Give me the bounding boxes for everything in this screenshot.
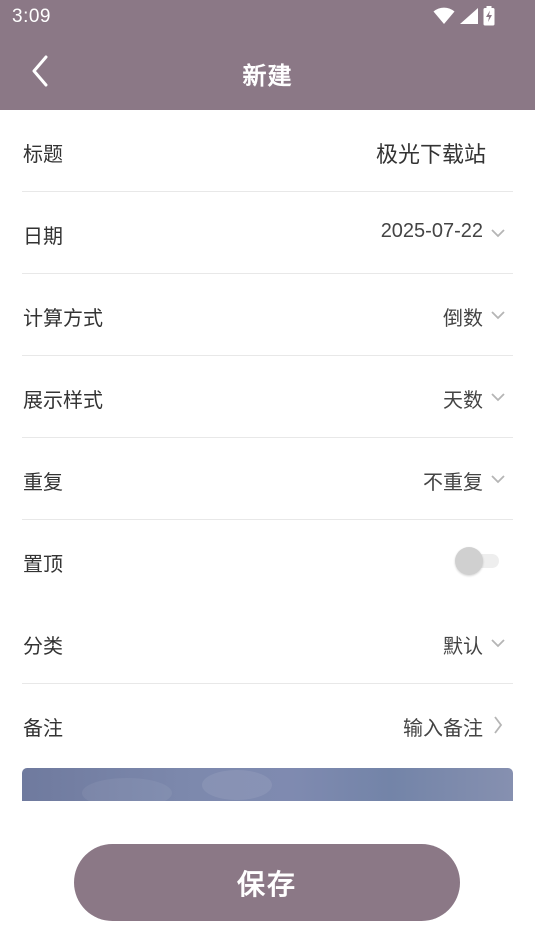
form-row-pin-top: 置顶 bbox=[22, 520, 513, 602]
toggle-knob bbox=[455, 547, 483, 575]
pin-top-toggle[interactable] bbox=[455, 546, 501, 576]
battery-charging-icon bbox=[483, 6, 495, 30]
form-row-title[interactable]: 标题 极光下载站 bbox=[22, 110, 513, 192]
date-label: 日期 bbox=[23, 224, 63, 248]
status-time: 3:09 bbox=[12, 6, 51, 27]
form-row-calc-method[interactable]: 计算方式 倒数 bbox=[22, 274, 513, 356]
form-row-note[interactable]: 备注 输入备注 bbox=[22, 684, 513, 766]
note-label: 备注 bbox=[23, 716, 63, 740]
chevron-down-icon bbox=[489, 304, 507, 326]
cellular-signal-icon bbox=[459, 7, 479, 29]
calc-method-label: 计算方式 bbox=[23, 306, 103, 330]
status-bar: 3:09 bbox=[0, 0, 535, 36]
cloud-shape bbox=[202, 770, 272, 800]
display-style-value[interactable]: 天数 bbox=[443, 384, 483, 413]
form-row-date[interactable]: 日期 2025-07-22 bbox=[22, 192, 513, 274]
cloud-shape bbox=[82, 778, 172, 801]
title-label: 标题 bbox=[23, 142, 63, 166]
chevron-down-icon bbox=[489, 386, 507, 408]
repeat-label: 重复 bbox=[23, 470, 63, 494]
chevron-down-icon bbox=[489, 222, 507, 244]
note-input[interactable]: 输入备注 bbox=[403, 712, 483, 741]
category-label: 分类 bbox=[23, 634, 63, 658]
wifi-icon bbox=[433, 7, 455, 29]
chevron-down-icon bbox=[489, 632, 507, 654]
background-preview-image[interactable] bbox=[22, 768, 513, 801]
repeat-value[interactable]: 不重复 bbox=[423, 466, 483, 495]
app-bar: 新建 bbox=[0, 36, 535, 110]
display-style-label: 展示样式 bbox=[23, 388, 103, 412]
status-icons bbox=[433, 6, 495, 30]
pin-top-label: 置顶 bbox=[23, 552, 63, 576]
category-value[interactable]: 默认 bbox=[443, 630, 483, 659]
form-row-repeat[interactable]: 重复 不重复 bbox=[22, 438, 513, 520]
save-button[interactable]: 保存 bbox=[74, 844, 460, 921]
calc-method-value[interactable]: 倒数 bbox=[443, 302, 483, 331]
page-title: 新建 bbox=[242, 62, 293, 90]
form-row-category[interactable]: 分类 默认 bbox=[22, 602, 513, 684]
date-value[interactable]: 2025-07-22 bbox=[381, 220, 483, 243]
chevron-down-icon bbox=[489, 468, 507, 490]
title-input[interactable]: 极光下载站 bbox=[376, 137, 486, 169]
chevron-right-icon bbox=[489, 714, 507, 736]
form-row-display-style[interactable]: 展示样式 天数 bbox=[22, 356, 513, 438]
